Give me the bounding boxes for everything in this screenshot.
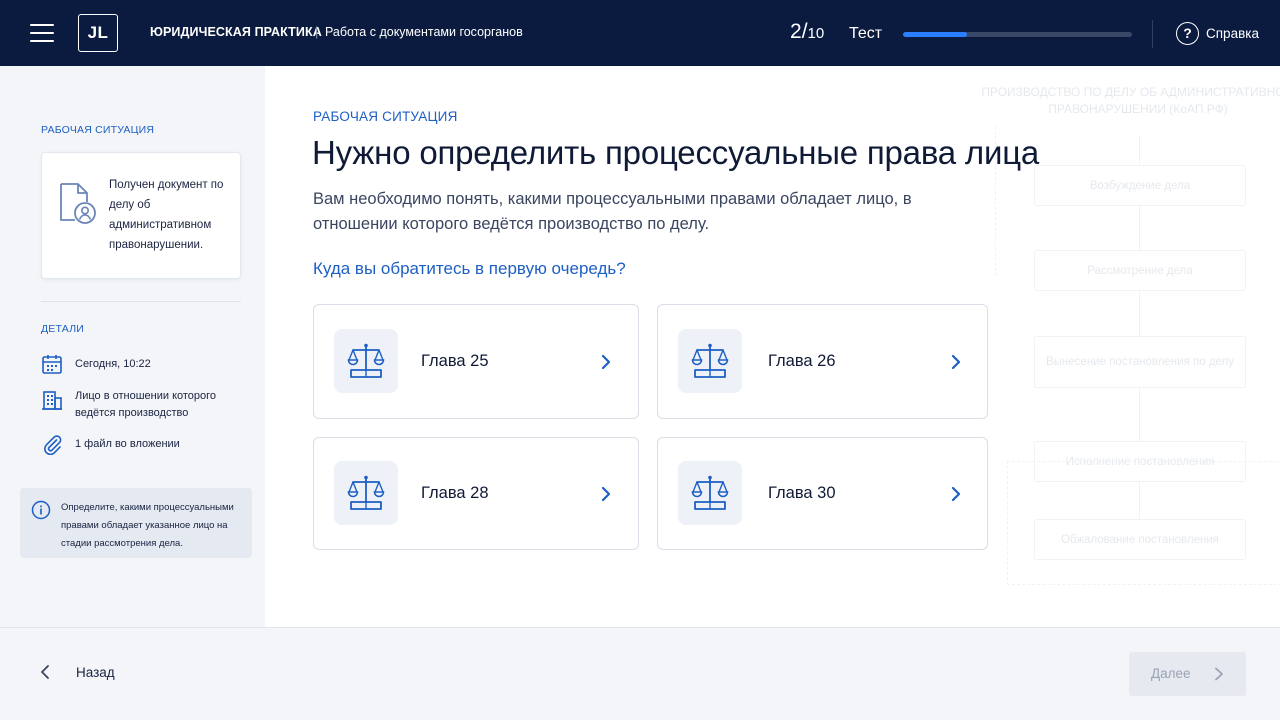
paperclip-icon bbox=[44, 435, 62, 455]
option-card[interactable]: Глава 28 bbox=[313, 437, 639, 550]
section-eyebrow: РАБОЧАЯ СИТУАЦИЯ bbox=[313, 109, 458, 124]
scales-icon bbox=[691, 343, 729, 378]
option-icon-tile bbox=[334, 329, 398, 393]
flowchart-title: ПРОИЗВОДСТВО ПО ДЕЛУ ОБ АДМИНИСТРАТИВНОМ… bbox=[981, 85, 1280, 116]
flow-dashed-line bbox=[1007, 461, 1280, 585]
help-icon: ? bbox=[1176, 21, 1199, 45]
progress-fill bbox=[903, 32, 968, 37]
option-icon-tile bbox=[678, 329, 742, 393]
chevron-right-icon bbox=[951, 486, 961, 502]
chevron-right-icon bbox=[1215, 667, 1223, 681]
chevron-right-icon bbox=[601, 486, 611, 502]
flow-connector bbox=[1139, 206, 1140, 250]
question-text: Куда вы обратитесь в первую очередь? bbox=[313, 259, 626, 278]
building-icon bbox=[42, 391, 62, 410]
flow-connector bbox=[1139, 136, 1140, 164]
page-title: Нужно определить процессуальные права ли… bbox=[312, 134, 1040, 171]
progress-bar bbox=[903, 32, 1132, 37]
detail-date: Сегодня, 10:22 bbox=[41, 353, 151, 375]
counter-total: 10 bbox=[807, 25, 825, 42]
info-icon bbox=[31, 500, 51, 520]
detail-person: Лицо в отношении которого ведётся произв… bbox=[41, 389, 225, 422]
back-button[interactable]: Назад bbox=[40, 664, 115, 680]
option-icon-tile bbox=[334, 461, 398, 525]
flow-connector bbox=[1139, 291, 1140, 336]
option-label: Глава 30 bbox=[768, 484, 836, 502]
detail-text: 1 файл во вложении bbox=[75, 438, 180, 450]
situation-card: Получен документ по делу об администрати… bbox=[41, 152, 241, 279]
breadcrumb-separator: | bbox=[315, 24, 319, 39]
detail-attachment[interactable]: 1 файл во вложении bbox=[41, 433, 180, 455]
back-label: Назад bbox=[76, 664, 115, 680]
sidebar: РАБОЧАЯ СИТУАЦИЯ Получен документ по дел… bbox=[0, 66, 265, 627]
option-card[interactable]: Глава 26 bbox=[657, 304, 988, 419]
header-divider bbox=[1152, 20, 1153, 48]
chevron-left-icon bbox=[41, 665, 49, 679]
counter-current: 2 bbox=[790, 20, 802, 43]
situation-heading: РАБОЧАЯ СИТУАЦИЯ bbox=[41, 124, 155, 136]
mode-label: Тест bbox=[849, 25, 883, 42]
info-text: Определите, какими процессуальными права… bbox=[61, 502, 234, 549]
sidebar-divider bbox=[41, 301, 241, 302]
footer-bar: Назад Далее bbox=[0, 627, 1280, 720]
chevron-right-icon bbox=[601, 354, 611, 370]
help-button[interactable]: ? Справка bbox=[1176, 21, 1259, 45]
chevron-right-icon bbox=[951, 354, 961, 370]
question-counter: 2/10 bbox=[790, 20, 824, 44]
document-person-icon bbox=[60, 183, 96, 224]
scales-icon bbox=[691, 475, 729, 510]
info-hint: Определите, какими процессуальными права… bbox=[20, 488, 252, 558]
flow-step: Возбуждение дела bbox=[1034, 165, 1246, 206]
task-description: Вам необходимо понять, какими процессуал… bbox=[313, 190, 912, 233]
scales-icon bbox=[347, 475, 385, 510]
scales-icon bbox=[347, 343, 385, 378]
next-button[interactable]: Далее bbox=[1129, 652, 1246, 696]
breadcrumb-section: Работа с документами госорганов bbox=[325, 25, 523, 39]
help-label: Справка bbox=[1206, 25, 1259, 41]
brand-name: ЮРИДИЧЕСКАЯ ПРАКТИКА bbox=[150, 25, 322, 39]
calendar-icon bbox=[42, 355, 62, 374]
details-heading: ДЕТАЛИ bbox=[41, 323, 85, 335]
next-label: Далее bbox=[1151, 666, 1191, 681]
option-card[interactable]: Глава 30 bbox=[657, 437, 988, 550]
option-label: Глава 28 bbox=[421, 484, 489, 502]
flow-connector bbox=[1139, 388, 1140, 441]
option-label: Глава 26 bbox=[768, 352, 836, 370]
option-label: Глава 25 bbox=[421, 352, 489, 370]
flow-step: Вынесение постановления по делу bbox=[1034, 336, 1246, 388]
logo: JL bbox=[78, 14, 118, 52]
menu-icon[interactable] bbox=[30, 22, 54, 44]
option-card[interactable]: Глава 25 bbox=[313, 304, 639, 419]
detail-text: Сегодня, 10:22 bbox=[75, 358, 151, 370]
app-header: JL ЮРИДИЧЕСКАЯ ПРАКТИКА | Работа с докум… bbox=[0, 0, 1280, 66]
flow-step: Рассмотрение дела bbox=[1034, 250, 1246, 291]
main-content: ПРОИЗВОДСТВО ПО ДЕЛУ ОБ АДМИНИСТРАТИВНОМ… bbox=[265, 66, 1280, 627]
detail-text: Лицо в отношении которого ведётся произв… bbox=[75, 390, 217, 419]
option-icon-tile bbox=[678, 461, 742, 525]
situation-text: Получен документ по делу об администрати… bbox=[109, 179, 224, 251]
